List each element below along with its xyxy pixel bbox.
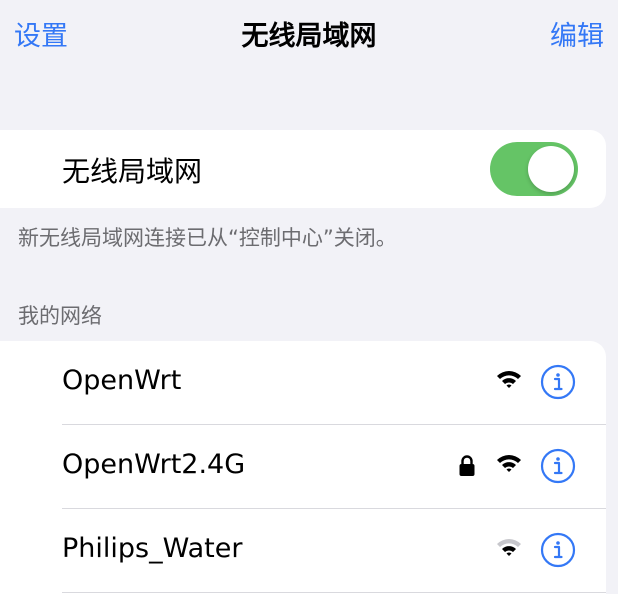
edit-button[interactable]: 编辑 bbox=[550, 14, 604, 53]
row-divider bbox=[62, 592, 606, 593]
wifi-settings-screen: 设置 无线局域网 编辑 无线局域网 新无线局域网连接已从“控制中心”关闭。 我的… bbox=[0, 0, 618, 594]
network-row[interactable]: OpenWrt bbox=[0, 341, 606, 425]
info-icon[interactable] bbox=[540, 448, 576, 484]
networks-list: OpenWrt OpenWrt2.4G Philips_Water bbox=[0, 341, 606, 594]
page-title: 无线局域网 bbox=[241, 21, 377, 52]
network-name: OpenWrt bbox=[62, 365, 182, 396]
network-name: Philips_Water bbox=[62, 533, 243, 564]
wifi-icon bbox=[497, 371, 521, 388]
info-icon[interactable] bbox=[540, 364, 576, 400]
network-row[interactable]: Philips_Water bbox=[0, 509, 606, 593]
wifi-icon bbox=[497, 455, 521, 472]
navigation-bar: 设置 无线局域网 编辑 bbox=[0, 0, 618, 70]
wifi-toggle[interactable] bbox=[490, 142, 578, 196]
lock-icon bbox=[459, 455, 475, 476]
network-name: OpenWrt2.4G bbox=[62, 449, 246, 480]
wifi-weak-icon bbox=[497, 539, 521, 556]
my-networks-header: 我的网络 bbox=[18, 304, 102, 328]
toggle-knob bbox=[528, 146, 574, 192]
network-row[interactable]: OpenWrt2.4G bbox=[0, 425, 606, 509]
info-icon[interactable] bbox=[540, 532, 576, 568]
wifi-label: 无线局域网 bbox=[62, 155, 203, 188]
wifi-footnote: 新无线局域网连接已从“控制中心”关闭。 bbox=[18, 226, 397, 250]
